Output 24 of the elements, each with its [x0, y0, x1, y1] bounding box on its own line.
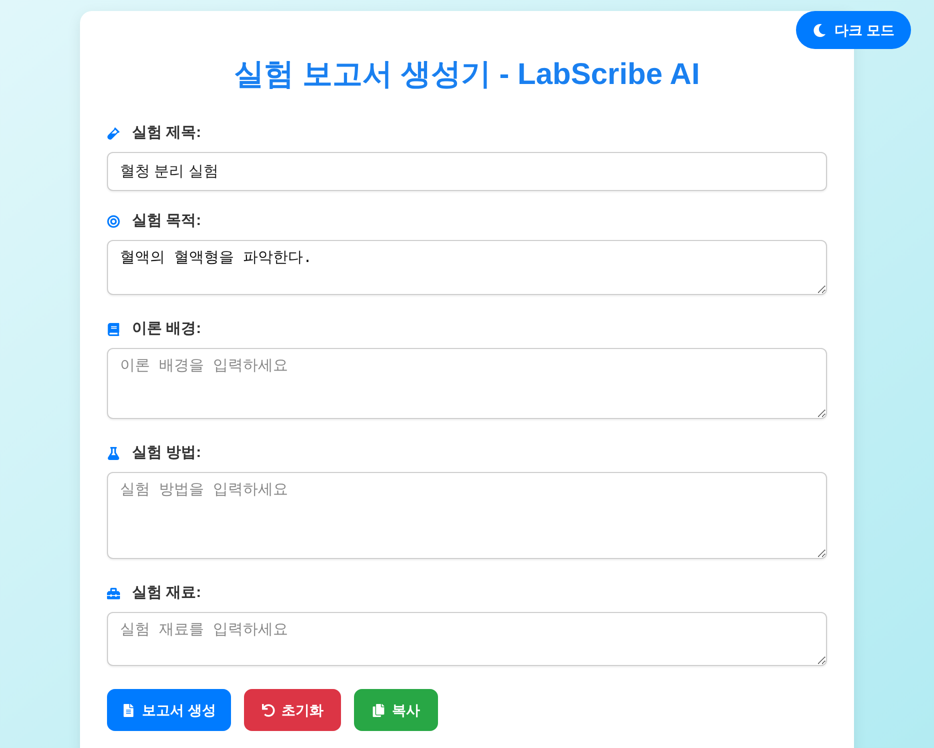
field-label: 실험 재료: [132, 583, 202, 603]
copy-icon [372, 704, 385, 716]
field-label: 실험 제목: [132, 123, 202, 143]
text-area[interactable]: 실험 방법을 입력하세요 [107, 472, 827, 559]
file-icon [122, 704, 136, 716]
moon-icon [812, 24, 826, 36]
text-area[interactable]: 이론 배경을 입력하세요 [107, 348, 827, 419]
toolbox-icon [107, 586, 120, 600]
flask-icon [107, 446, 120, 460]
field-label: 실험 방법: [132, 443, 202, 463]
text-input[interactable]: 혈청 분리 실험 [107, 152, 827, 191]
target-icon [107, 214, 120, 228]
field-label: 실험 목적: [132, 211, 202, 231]
reset-button[interactable]: 초기화 [244, 689, 341, 731]
field-label: 이론 배경: [132, 319, 202, 339]
generate-report-button[interactable]: 보고서 생성 [107, 689, 231, 731]
undo-icon [262, 704, 274, 716]
page-title: 실험 보고서 생성기 - LabScribe AI [233, 57, 701, 93]
text-area[interactable]: 혈액의 혈액형을 파악한다. [107, 240, 827, 295]
copy-button[interactable]: 복사 [354, 689, 438, 731]
dark-mode-button[interactable]: 다크 모드 [796, 11, 911, 49]
text-area[interactable]: 실험 재료를 입력하세요 [107, 612, 827, 666]
book-icon [107, 322, 120, 336]
test-tube-icon [107, 126, 120, 140]
